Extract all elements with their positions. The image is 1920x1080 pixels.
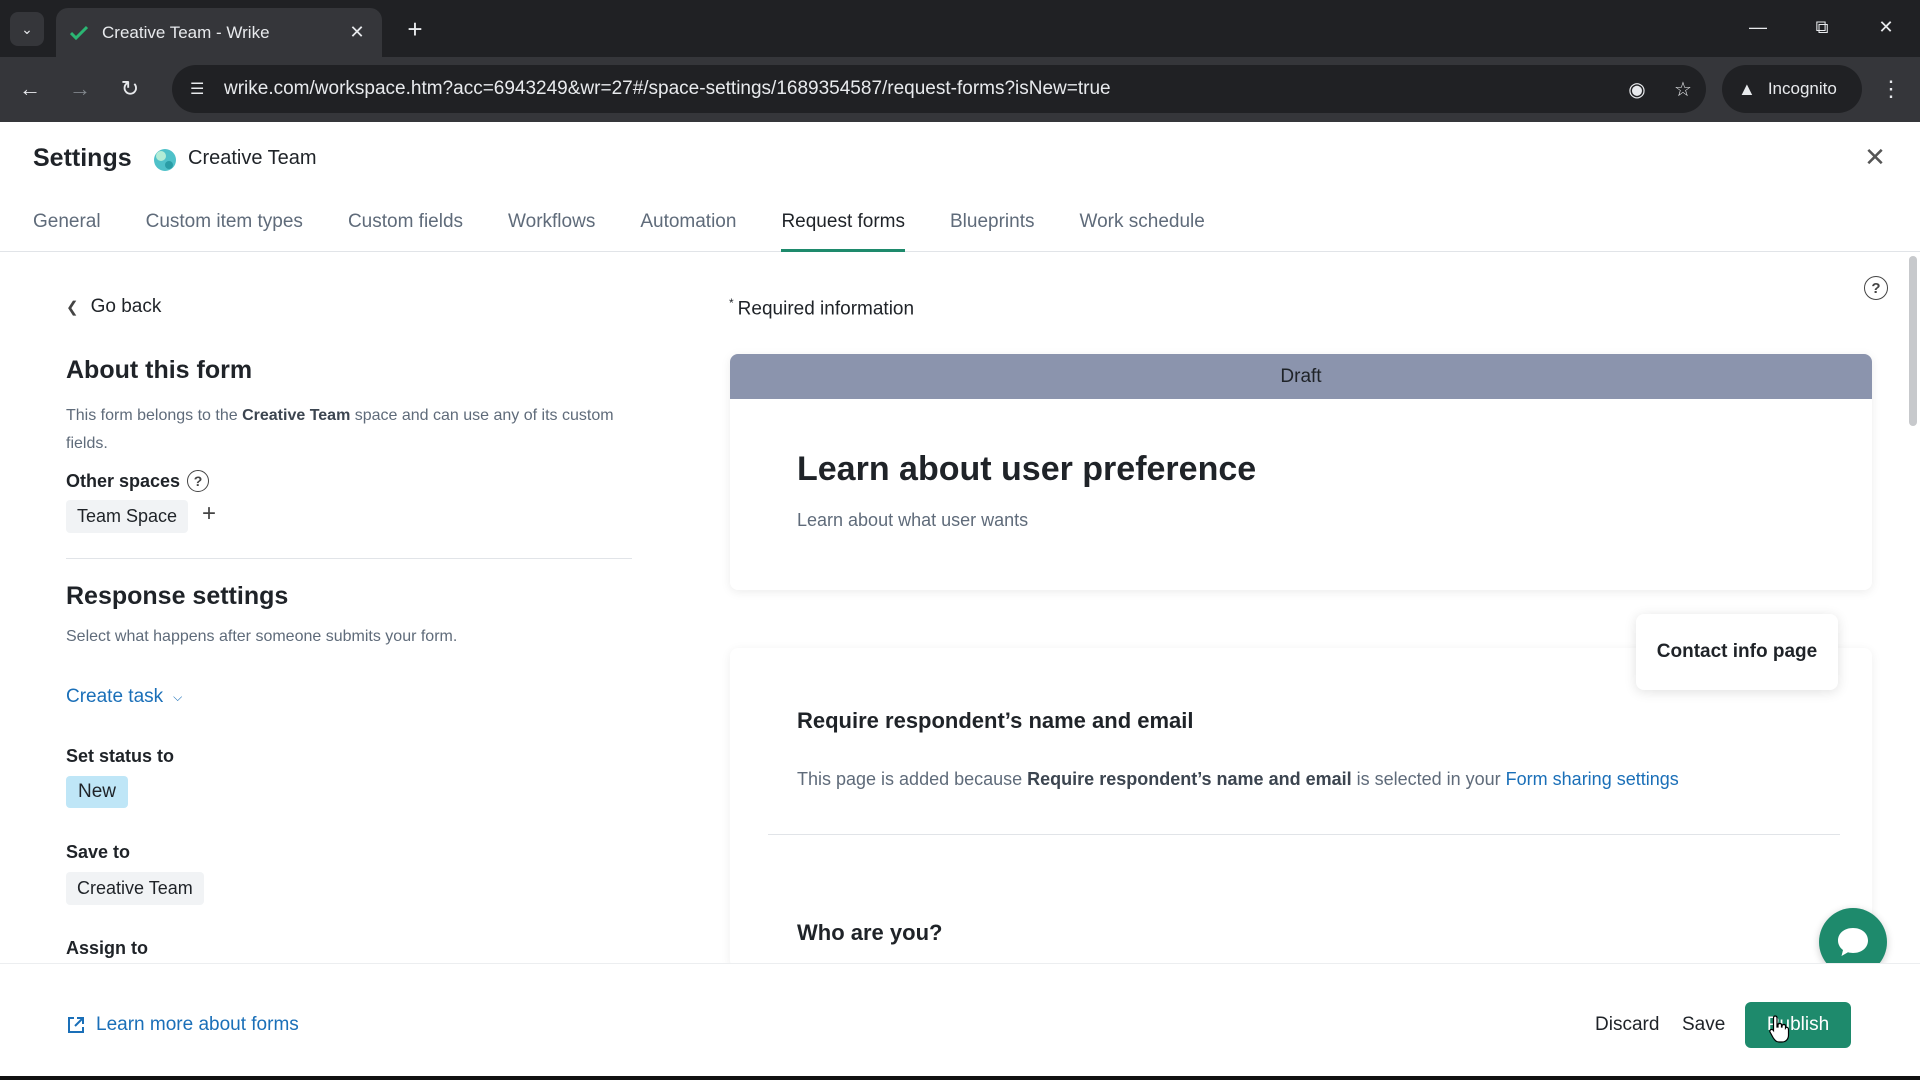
learn-more-link[interactable]: Learn more about forms xyxy=(66,1014,299,1036)
add-space-plus-icon[interactable]: + xyxy=(202,500,216,528)
tab-close-icon[interactable]: ✕ xyxy=(346,22,368,43)
new-tab-plus-icon[interactable]: + xyxy=(400,14,430,44)
set-status-label: Set status to xyxy=(66,746,175,766)
contact-info-card: Require respondent’s name and email This… xyxy=(730,648,1872,968)
learn-more-label: Learn more about forms xyxy=(96,1014,299,1035)
tab-work-schedule[interactable]: Work schedule xyxy=(1080,192,1205,252)
divider xyxy=(66,558,632,559)
form-subtitle[interactable]: Learn about what user wants xyxy=(797,510,1028,531)
browser-tab[interactable]: Creative Team - Wrike ✕ xyxy=(56,8,382,57)
status-badge[interactable]: New xyxy=(66,776,129,808)
scrollbar[interactable] xyxy=(1909,256,1917,426)
page-added-text-2: is selected in your xyxy=(1351,769,1506,789)
external-link-icon xyxy=(68,1017,84,1033)
help-icon[interactable]: ? xyxy=(187,470,210,492)
chevron-left-icon: ❮ xyxy=(66,299,79,316)
tab-custom-item-types[interactable]: Custom item types xyxy=(146,192,303,252)
response-settings-description: Select what happens after someone submit… xyxy=(66,628,458,645)
required-asterisk: * xyxy=(729,296,734,310)
page-added-bold: Require respondent’s name and email xyxy=(1027,769,1352,789)
url-text[interactable]: wrike.com/workspace.htm?acc=6943249&wr=2… xyxy=(224,78,1614,100)
back-arrow-icon[interactable]: ← xyxy=(12,71,48,107)
tab-workflows[interactable]: Workflows xyxy=(508,192,595,252)
tab-blueprints[interactable]: Blueprints xyxy=(950,192,1035,252)
required-information-note: * Required information xyxy=(729,296,914,320)
incognito-indicator[interactable]: ▲ Incognito xyxy=(1722,65,1862,113)
reload-icon[interactable]: ↻ xyxy=(112,71,148,107)
create-task-label: Create task xyxy=(66,686,164,707)
browser-menu-icon[interactable]: ⋮ xyxy=(1876,71,1906,107)
about-form-description: This form belongs to the Creative Team s… xyxy=(66,402,626,458)
save-to-chip[interactable]: Creative Team xyxy=(66,872,204,905)
other-spaces-label: Other spaces ? xyxy=(66,470,210,492)
tab-custom-fields[interactable]: Custom fields xyxy=(348,192,463,252)
publish-button[interactable]: Publish xyxy=(1745,1002,1851,1048)
contact-info-page-label: Contact info page xyxy=(1636,614,1838,690)
go-back-link[interactable]: ❮ Go back xyxy=(66,296,161,318)
settings-tabs: General Custom item types Custom fields … xyxy=(33,192,1250,252)
save-to-label: Save to xyxy=(66,842,131,862)
minimize-icon[interactable]: — xyxy=(1738,12,1778,42)
who-are-you-heading: Who are you? xyxy=(797,920,943,945)
browser-tab-bar: ⌄ Creative Team - Wrike ✕ + — ⧉ ✕ xyxy=(0,0,1920,57)
incognito-label: Incognito xyxy=(1767,79,1837,98)
response-settings-heading: Response settings xyxy=(66,582,289,610)
other-spaces-text: Other spaces xyxy=(66,470,181,491)
save-button[interactable]: Save xyxy=(1682,1014,1725,1036)
page-title: Settings xyxy=(33,144,132,172)
browser-toolbar: ← → ↻ ☰ wrike.com/workspace.htm?acc=6943… xyxy=(0,57,1920,122)
space-chip-team-space[interactable]: Team Space xyxy=(66,500,189,533)
close-settings-icon[interactable]: ✕ xyxy=(1860,142,1890,172)
go-back-label: Go back xyxy=(90,296,162,317)
tab-automation[interactable]: Automation xyxy=(640,192,736,252)
site-info-icon[interactable]: ☰ xyxy=(190,79,224,99)
forward-arrow-icon[interactable]: → xyxy=(62,71,98,107)
about-desc-space: Creative Team xyxy=(242,407,351,424)
about-desc-text: This form belongs to the xyxy=(66,407,243,424)
required-info-text: Required information xyxy=(737,298,915,320)
footer-bar: Learn more about forms Discard Save Publ… xyxy=(0,963,1920,1080)
chat-icon xyxy=(1838,928,1868,956)
settings-header: Settings Creative Team ✕ General Custom … xyxy=(0,122,1920,252)
tab-request-forms[interactable]: Request forms xyxy=(781,192,905,252)
require-name-email-heading: Require respondent’s name and email xyxy=(797,708,1194,733)
assign-to-label: Assign to xyxy=(66,938,149,958)
help-icon[interactable]: ? xyxy=(1864,276,1888,300)
discard-button[interactable]: Discard xyxy=(1595,1014,1659,1036)
form-title[interactable]: Learn about user preference xyxy=(797,450,1256,489)
page-added-text: This page is added because xyxy=(797,769,1028,789)
bottom-edge xyxy=(0,1076,1920,1080)
window-close-icon[interactable]: ✕ xyxy=(1866,12,1906,42)
space-avatar-icon xyxy=(154,149,176,171)
form-sharing-settings-link[interactable]: Form sharing settings xyxy=(1506,769,1679,789)
tab-title: Creative Team - Wrike xyxy=(102,22,270,42)
wrike-favicon-icon xyxy=(70,25,88,40)
address-bar[interactable]: ☰ wrike.com/workspace.htm?acc=6943249&wr… xyxy=(172,65,1706,113)
eye-off-icon[interactable]: ◉ xyxy=(1614,77,1660,102)
restore-icon[interactable]: ⧉ xyxy=(1802,12,1842,42)
create-task-dropdown[interactable]: Create task ⌵ xyxy=(66,686,182,708)
about-form-heading: About this form xyxy=(66,356,253,384)
bookmark-star-icon[interactable]: ☆ xyxy=(1660,77,1706,102)
space-name: Creative Team xyxy=(188,147,317,169)
chevron-down-icon: ⌵ xyxy=(173,689,183,704)
draft-banner: Draft xyxy=(730,354,1872,399)
divider xyxy=(768,834,1840,835)
tab-general[interactable]: General xyxy=(33,192,101,252)
incognito-icon: ▲ xyxy=(1738,78,1756,99)
hand-cursor-icon xyxy=(1769,1015,1790,1043)
page-added-note: This page is added because Require respo… xyxy=(797,769,1679,790)
tab-search-chevron-icon[interactable]: ⌄ xyxy=(10,12,44,46)
form-header-card[interactable]: Draft Learn about user preference Learn … xyxy=(730,354,1872,590)
